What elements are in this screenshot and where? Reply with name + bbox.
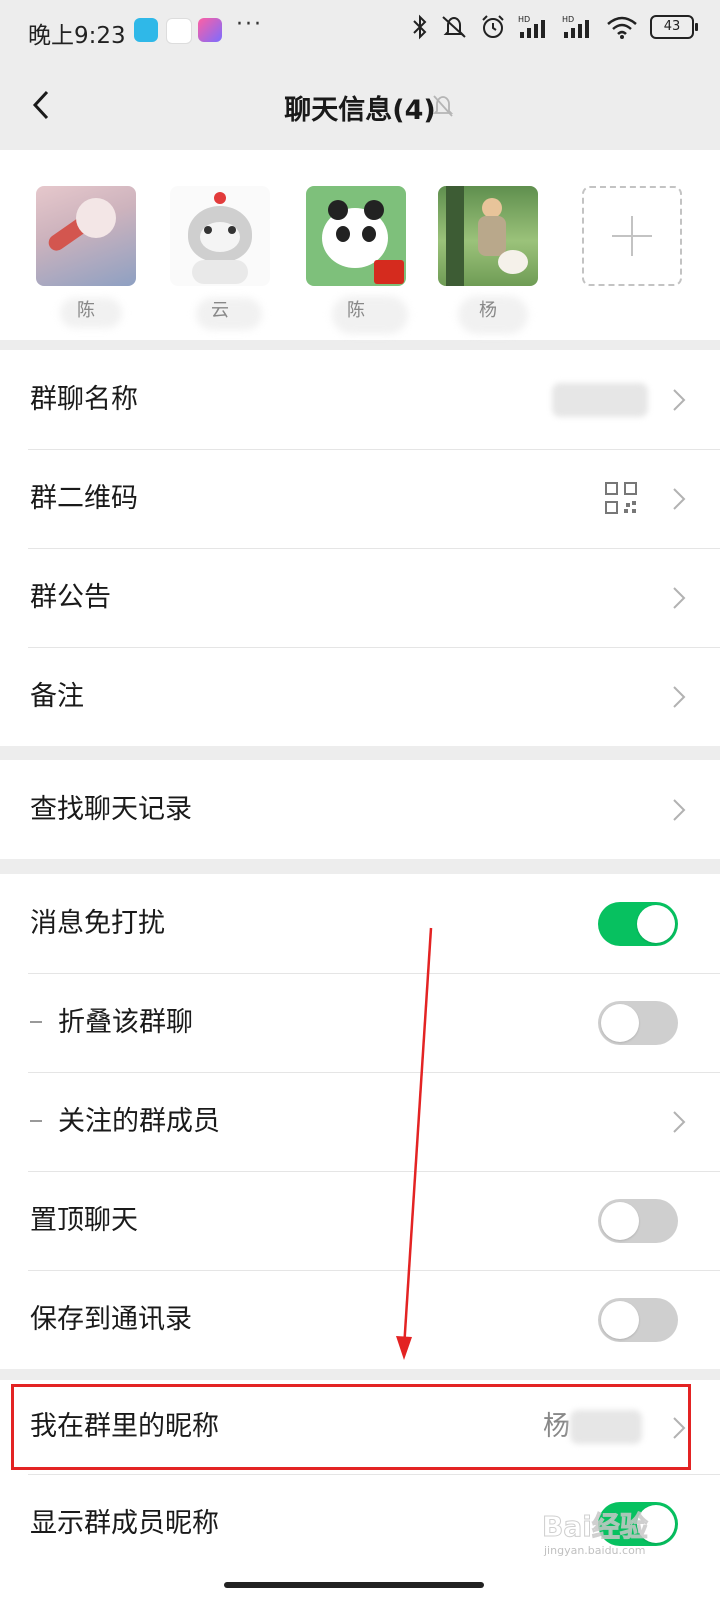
- wifi-icon: [607, 16, 637, 39]
- svg-text:HD: HD: [518, 15, 530, 24]
- colorful-app-icon: [198, 18, 222, 42]
- avatar: [36, 186, 136, 286]
- search-history-label: 查找聊天记录: [30, 794, 192, 825]
- chevron-right-icon: [673, 686, 686, 708]
- baidu-jingyan-watermark: Bai经验 jingyan.baidu.com: [540, 1500, 700, 1560]
- indent-dash: [30, 1021, 42, 1023]
- signal-hd-2-icon: HD: [562, 15, 589, 38]
- avatar: [170, 186, 270, 286]
- follow-members-cell[interactable]: 关注的群成员: [0, 1072, 720, 1171]
- save-contacts-label: 保存到通讯录: [30, 1304, 192, 1335]
- settings-group: 消息免打扰 折叠该群聊 关注的群成员 置顶聊天 保存到通讯录: [0, 874, 720, 1369]
- flag-badge-icon: [374, 260, 404, 284]
- save-contacts-cell: 保存到通讯录: [0, 1270, 720, 1369]
- chevron-right-icon: [673, 799, 686, 821]
- qr-code-icon: [605, 482, 637, 514]
- follow-members-label: 关注的群成员: [58, 1106, 220, 1137]
- muted-bell-icon: [432, 95, 454, 117]
- mute-label: 消息免打扰: [30, 908, 165, 939]
- status-bar: 晚上9:23 ··· HD HD 43: [0, 0, 720, 62]
- nav-bar: 聊天信息(4): [0, 62, 720, 150]
- group-name-label: 群聊名称: [30, 384, 138, 415]
- member-item[interactable]: 杨: [438, 186, 538, 334]
- signal-hd-icon: HD: [518, 15, 545, 38]
- chevron-right-icon: [673, 488, 686, 510]
- member-name: 陈: [306, 296, 408, 334]
- add-member-button[interactable]: [582, 186, 682, 286]
- member-item[interactable]: 陈: [306, 186, 408, 334]
- status-time: 晚上9:23: [28, 23, 126, 49]
- group-name-value-redacted: [552, 383, 648, 417]
- save-contacts-toggle[interactable]: [598, 1298, 678, 1342]
- search-group: 查找聊天记录: [0, 760, 720, 859]
- avatar: [306, 186, 406, 286]
- status-icons: HD HD 43: [412, 14, 698, 40]
- fold-toggle[interactable]: [598, 1001, 678, 1045]
- bluetooth-icon: [413, 14, 427, 40]
- pin-toggle[interactable]: [598, 1199, 678, 1243]
- svg-text:HD: HD: [562, 15, 574, 24]
- mute-toggle[interactable]: [598, 902, 678, 946]
- member-name: 杨: [438, 296, 538, 334]
- alarm-icon: [482, 15, 504, 38]
- chevron-right-icon: [673, 1111, 686, 1133]
- remark-label: 备注: [30, 681, 84, 712]
- home-indicator[interactable]: [224, 1582, 484, 1588]
- chevron-right-icon: [673, 587, 686, 609]
- member-name: 陈: [36, 296, 136, 328]
- fold-cell: 折叠该群聊: [0, 973, 720, 1072]
- watermark-url: jingyan.baidu.com: [543, 1544, 646, 1557]
- member-name: 云: [170, 296, 270, 330]
- group-qr-cell[interactable]: 群二维码: [0, 449, 720, 548]
- indent-dash: [30, 1120, 42, 1122]
- pin-cell: 置顶聊天: [0, 1171, 720, 1270]
- avatar: [438, 186, 538, 286]
- member-item[interactable]: 云: [170, 186, 270, 330]
- fold-label: 折叠该群聊: [58, 1007, 193, 1038]
- battery-icon: 43: [650, 15, 698, 39]
- group-notice-label: 群公告: [30, 582, 111, 613]
- more-notifications-icon: ···: [236, 12, 263, 37]
- member-grid: 陈 云 陈 杨: [0, 150, 720, 340]
- cloud-app-icon: [166, 18, 192, 44]
- search-history-cell[interactable]: 查找聊天记录: [0, 760, 720, 859]
- mute-cell: 消息免打扰: [0, 874, 720, 973]
- group-name-cell[interactable]: 群聊名称: [0, 350, 720, 449]
- tencent-news-app-icon: [134, 18, 158, 42]
- group-qr-label: 群二维码: [30, 483, 138, 514]
- member-item[interactable]: 陈: [36, 186, 136, 328]
- chevron-right-icon: [673, 389, 686, 411]
- remark-cell[interactable]: 备注: [0, 647, 720, 746]
- pin-label: 置顶聊天: [30, 1205, 138, 1236]
- watermark-text: Bai经验: [542, 1510, 648, 1543]
- page-title: 聊天信息(4): [284, 95, 436, 126]
- annotation-highlight-box: [11, 1384, 691, 1470]
- group-notice-cell[interactable]: 群公告: [0, 548, 720, 647]
- silent-bell-icon: [442, 16, 466, 38]
- show-nicknames-label: 显示群成员昵称: [30, 1508, 219, 1539]
- info-group: 群聊名称 群二维码 群公告 备注: [0, 350, 720, 746]
